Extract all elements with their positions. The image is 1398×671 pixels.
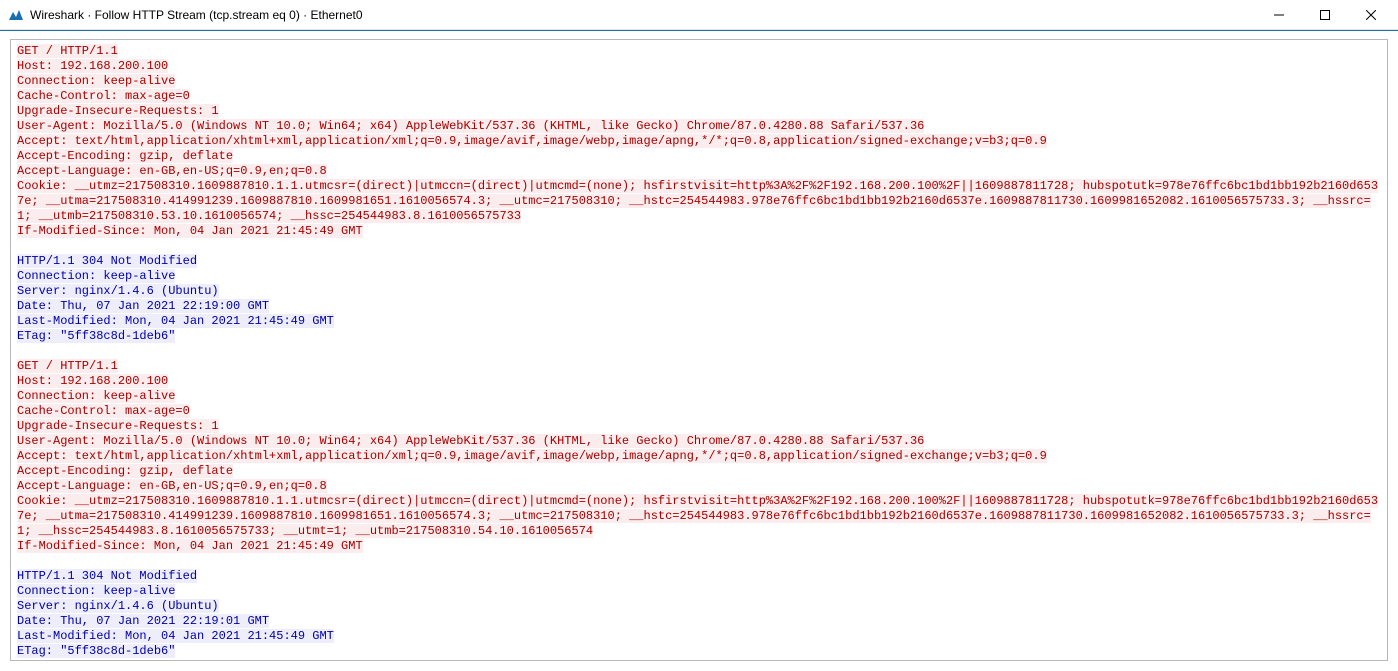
http-response-block: HTTP/1.1 304 Not Modified Connection: ke… — [17, 569, 334, 658]
window-title: Wireshark · Follow HTTP Stream (tcp.stre… — [30, 8, 1256, 22]
window-controls — [1256, 0, 1394, 30]
maximize-button[interactable] — [1302, 0, 1348, 30]
titlebar: Wireshark · Follow HTTP Stream (tcp.stre… — [0, 0, 1398, 30]
http-response-block: HTTP/1.1 304 Not Modified Connection: ke… — [17, 254, 334, 343]
stream-textarea[interactable]: GET / HTTP/1.1 Host: 192.168.200.100 Con… — [10, 39, 1388, 661]
http-request-block: GET / HTTP/1.1 Host: 192.168.200.100 Con… — [17, 44, 1378, 238]
minimize-button[interactable] — [1256, 0, 1302, 30]
close-button[interactable] — [1348, 0, 1394, 30]
wireshark-icon — [8, 7, 24, 23]
content-area: GET / HTTP/1.1 Host: 192.168.200.100 Con… — [0, 31, 1398, 669]
stream-content: GET / HTTP/1.1 Host: 192.168.200.100 Con… — [17, 44, 1381, 659]
http-request-block: GET / HTTP/1.1 Host: 192.168.200.100 Con… — [17, 359, 1378, 553]
